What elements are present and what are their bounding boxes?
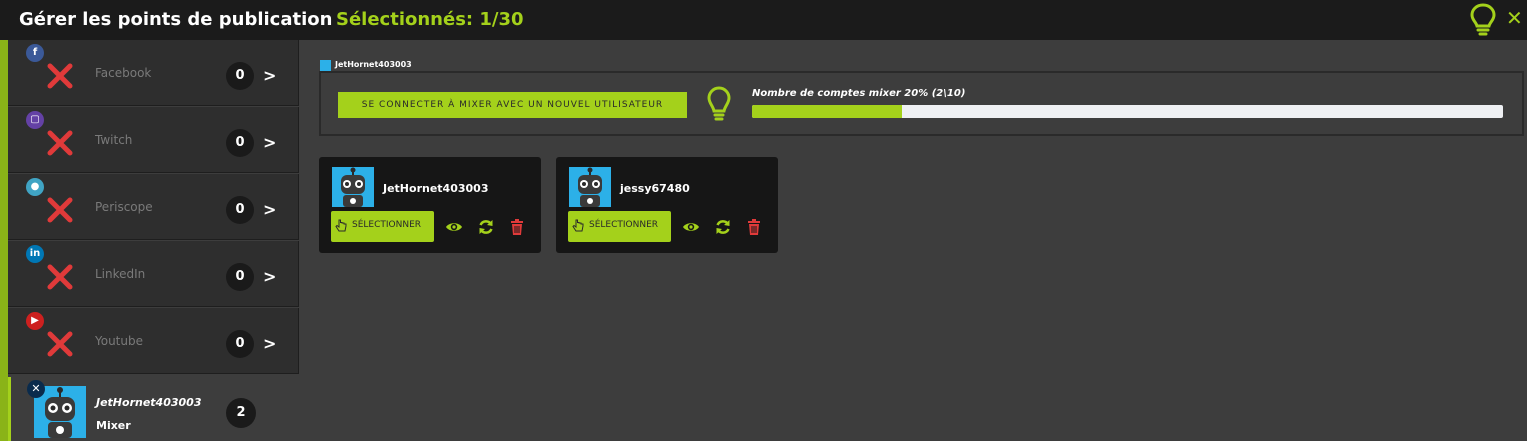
mixer-icon: ✕ — [27, 380, 45, 398]
sidebar-item-label: Facebook — [95, 66, 152, 80]
count-badge: 0 — [226, 196, 254, 224]
sidebar-item-label: LinkedIn — [95, 267, 146, 281]
top-bar: Gérer les points de publication Sélectio… — [0, 0, 1527, 40]
account-card: JetHornet403003 SÉLECTIONNER — [319, 157, 541, 253]
not-connected-icon — [47, 331, 73, 357]
sidebar-item-periscope[interactable]: ● Periscope 0 > — [8, 174, 299, 240]
account-name: jessy67480 — [620, 182, 690, 195]
select-button[interactable]: SÉLECTIONNER — [331, 211, 434, 242]
close-icon[interactable]: ✕ — [1506, 8, 1523, 28]
select-button[interactable]: SÉLECTIONNER — [568, 211, 671, 242]
not-connected-icon — [47, 264, 73, 290]
periscope-icon: ● — [26, 178, 44, 196]
trash-icon[interactable] — [508, 218, 526, 236]
trash-icon[interactable] — [745, 218, 763, 236]
hand-pointer-icon — [335, 219, 347, 232]
count-badge: 2 — [226, 398, 256, 428]
avatar-small — [320, 60, 331, 71]
chevron-right-icon[interactable]: > — [263, 196, 276, 224]
youtube-icon: ▶ — [26, 312, 44, 330]
chevron-right-icon[interactable]: > — [263, 62, 276, 90]
connect-panel: SE CONNECTER À MIXER AVEC UN NOUVEL UTIL… — [319, 71, 1524, 136]
lightbulb-icon — [707, 86, 731, 121]
eye-icon[interactable] — [445, 218, 463, 236]
refresh-icon[interactable] — [477, 218, 495, 236]
sidebar: f Facebook 0 > ▢ Twitch 0 > ● Periscope … — [8, 40, 299, 441]
sidebar-item-twitch[interactable]: ▢ Twitch 0 > — [8, 107, 299, 173]
chevron-right-icon[interactable]: > — [263, 129, 276, 157]
hand-pointer-icon — [572, 219, 584, 232]
quota-progress-bar — [752, 105, 1503, 118]
linkedin-icon: in — [26, 245, 44, 263]
eye-icon[interactable] — [682, 218, 700, 236]
count-badge: 0 — [226, 62, 254, 90]
sidebar-item-facebook[interactable]: f Facebook 0 > — [8, 40, 299, 106]
avatar — [569, 167, 611, 207]
page-title: Gérer les points de publication — [19, 9, 333, 30]
chevron-right-icon[interactable]: > — [263, 330, 276, 358]
chevron-right-icon[interactable]: > — [263, 263, 276, 291]
sidebar-accent-bar — [0, 40, 8, 441]
refresh-icon[interactable] — [714, 218, 732, 236]
sidebar-item-mixer[interactable]: ✕ JetHornet403003 Mixer 2 — [8, 377, 299, 441]
sidebar-item-label: Youtube — [95, 334, 143, 348]
count-badge: 0 — [226, 330, 254, 358]
sidebar-item-youtube[interactable]: ▶ Youtube 0 > — [8, 308, 299, 374]
count-badge: 0 — [226, 263, 254, 291]
sidebar-account-name: JetHornet403003 — [96, 396, 202, 409]
quota-text: Nombre de comptes mixer 20% (2\10) — [752, 88, 966, 99]
not-connected-icon — [47, 197, 73, 223]
sidebar-account-network: Mixer — [96, 419, 131, 432]
selected-count: Sélectionnés: 1/30 — [336, 9, 524, 30]
count-badge: 0 — [226, 129, 254, 157]
section-tag-label: JetHornet403003 — [335, 60, 412, 69]
not-connected-icon — [47, 130, 73, 156]
select-button-label: SÉLECTIONNER — [352, 220, 422, 230]
facebook-icon: f — [26, 44, 44, 62]
connect-mixer-button[interactable]: SE CONNECTER À MIXER AVEC UN NOUVEL UTIL… — [338, 92, 687, 118]
lightbulb-icon[interactable] — [1468, 2, 1498, 38]
sidebar-item-label: Periscope — [95, 200, 153, 214]
account-card: jessy67480 SÉLECTIONNER — [556, 157, 778, 253]
twitch-icon: ▢ — [26, 111, 44, 129]
sidebar-item-label: Twitch — [95, 133, 133, 147]
avatar — [332, 167, 374, 207]
not-connected-icon — [47, 63, 73, 89]
account-name: JetHornet403003 — [383, 182, 489, 195]
quota-progress-fill — [752, 105, 903, 118]
sidebar-item-linkedin[interactable]: in LinkedIn 0 > — [8, 241, 299, 307]
select-button-label: SÉLECTIONNER — [589, 220, 659, 230]
